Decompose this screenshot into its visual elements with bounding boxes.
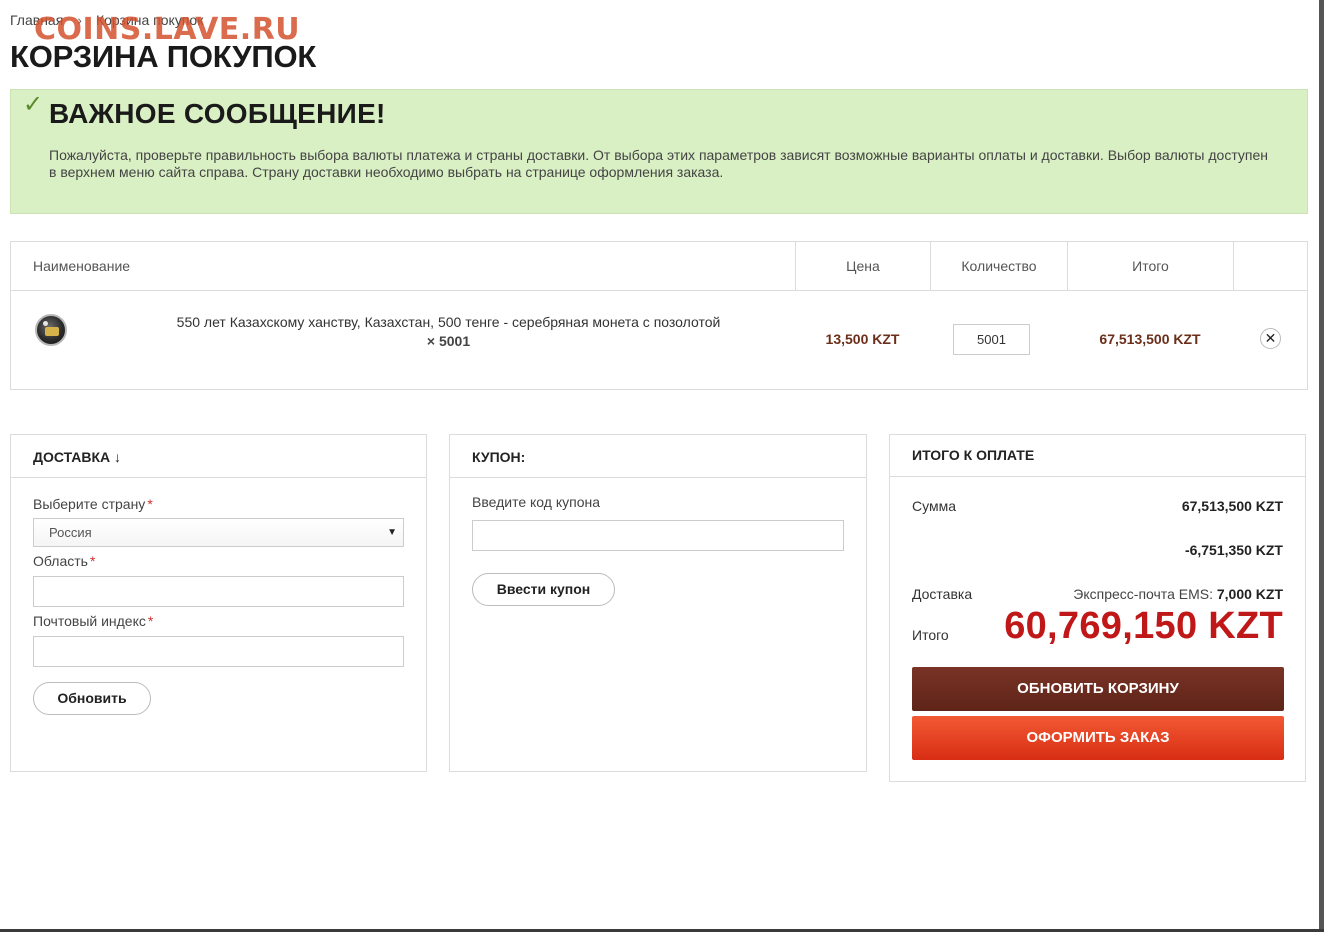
coupon-input[interactable] (472, 520, 844, 551)
check-icon: ✓ (23, 91, 44, 118)
country-select[interactable]: Россия ▼ (33, 518, 404, 547)
summary-title: ИТОГО К ОПЛАТЕ (890, 435, 1305, 477)
total-label: Итого (912, 627, 949, 643)
delivery-value: Экспресс-почта EMS: 7,000 KZT (1073, 586, 1283, 602)
subtotal-value: 67,513,500 KZT (1181, 498, 1283, 514)
quantity-input[interactable] (953, 324, 1030, 355)
region-label: Область * (33, 553, 96, 569)
window-edge (1319, 0, 1324, 932)
important-notice: ✓ ВАЖНОЕ СООБЩЕНИЕ! Пожалуйста, проверьт… (10, 89, 1308, 214)
notice-title: ВАЖНОЕ СООБЩЕНИЕ! (49, 98, 386, 129)
remove-item-button[interactable]: ✕ (1260, 328, 1281, 349)
column-header-name: Наименование (33, 258, 131, 274)
column-header-remove (1233, 242, 1309, 290)
coupon-title: КУПОН: (450, 435, 866, 478)
page-title: КОРЗИНА ПОКУПОК (10, 39, 317, 74)
coin-detail (43, 321, 48, 326)
product-link[interactable]: 550 лет Казахскому ханству, Казахстан, 5… (177, 314, 721, 330)
item-total: 67,513,500 KZT (1099, 331, 1201, 347)
zip-label: Почтовый индекс * (33, 613, 154, 629)
column-header-total: Итого (1067, 242, 1233, 290)
product-quantity-label: × 5001 (426, 333, 471, 349)
country-label: Выберите страну * (33, 496, 153, 512)
coupon-panel: КУПОН: Введите код купона Ввести купон (449, 434, 867, 772)
close-icon: ✕ (1264, 330, 1277, 346)
country-select-value: Россия (49, 525, 92, 540)
coin-thumbnail[interactable] (35, 314, 67, 346)
coupon-input-label: Введите код купона (472, 494, 601, 510)
delivery-label: Доставка (912, 586, 973, 602)
subtotal-label: Сумма (912, 498, 956, 514)
update-shipping-button[interactable]: Обновить (33, 682, 151, 715)
update-cart-button[interactable]: ОБНОВИТЬ КОРЗИНУ (912, 667, 1284, 711)
shipping-title[interactable]: ДОСТАВКА ↓ (11, 435, 426, 478)
product-name: 550 лет Казахскому ханству, Казахстан, 5… (161, 313, 736, 351)
column-header-quantity: Количество (930, 242, 1067, 290)
checkout-button[interactable]: ОФОРМИТЬ ЗАКАЗ (912, 716, 1284, 760)
cart-table: Наименование Цена Количество Итого 550 л… (10, 241, 1308, 390)
coin-gilding (45, 327, 59, 336)
shipping-panel: ДОСТАВКА ↓ Выберите страну * Россия ▼ Обл… (10, 434, 427, 772)
apply-coupon-button[interactable]: Ввести купон (472, 573, 615, 606)
zip-input[interactable] (33, 636, 404, 667)
order-summary-panel: ИТОГО К ОПЛАТЕ Сумма 67,513,500 KZT -6,7… (889, 434, 1306, 782)
grand-total: 60,769,150 KZT (1004, 605, 1283, 647)
discount-value: -6,751,350 KZT (1184, 542, 1283, 558)
select-arrow-icon: ▼ (387, 527, 397, 538)
item-price: 13,500 KZT (825, 331, 900, 347)
column-header-price: Цена (795, 242, 930, 290)
notice-text: Пожалуйста, проверьте правильность выбор… (49, 147, 1268, 180)
cart-table-header: Наименование Цена Количество Итого (11, 242, 1307, 291)
region-input[interactable] (33, 576, 404, 607)
